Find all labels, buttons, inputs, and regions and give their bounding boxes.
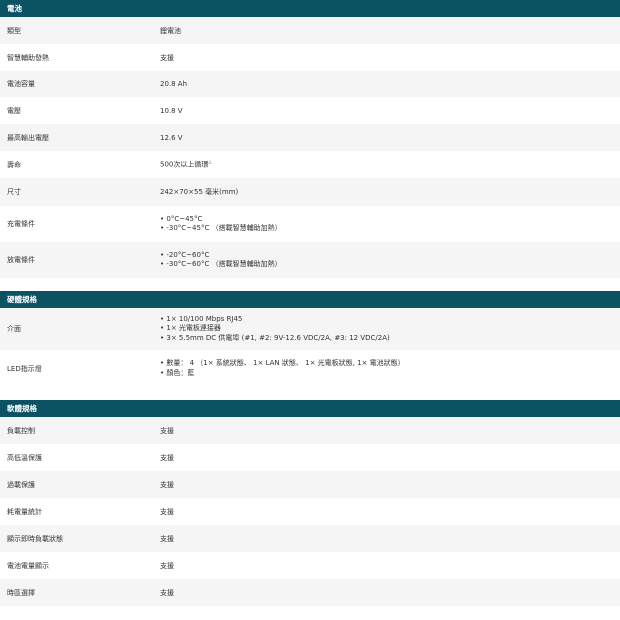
row-value: 支援 [160,507,174,516]
lifetime-text: 500次以上循環 [160,160,209,169]
row-value: 支援 [160,561,174,570]
row-label: 尺寸 [7,188,21,196]
list-item: -30°C~60°C （搭載智慧輔助加熱） [160,260,620,270]
row-value: 1× 10/100 Mbps RJ45 1× 光電板連接器 3× 5.5mm D… [160,315,620,344]
table-row: 尺寸 242×70×55 毫米(mm) [0,178,620,206]
row-label: 介面 [7,325,21,333]
footnote-mark: △ [208,159,212,165]
row-label: LED指示燈 [7,364,42,373]
section-spacer [0,387,620,400]
row-label: 高低溫保護 [7,453,42,462]
section-header-software: 軟體規格 [0,400,620,417]
table-row: 負載控制 支援 [0,417,620,444]
row-value: 500次以上循環△ [160,159,620,169]
spec-page: 電池 類型 鋰電池 智慧輔助發熱 支援 電池容量 20.8 Ah 電壓 10.8… [0,0,620,606]
row-label: 耗電量統計 [7,507,42,516]
table-row: 電池容量 20.8 Ah [0,71,620,97]
row-value: 支援 [160,426,174,435]
row-value: 支援 [160,453,174,462]
row-label: 智慧輔助發熱 [7,53,49,62]
list-item: 0°C~45°C [160,215,620,225]
list-item: -30°C~45°C （搭載智慧輔助加熱） [160,224,620,234]
table-row: 充電條件 0°C~45°C -30°C~45°C （搭載智慧輔助加熱） [0,206,620,242]
row-value: 支援 [160,53,174,62]
list-item: 數量： 4 （1× 系統狀態、 1× LAN 狀態、 1× 光電板狀態, 1× … [160,359,620,369]
section-header-battery: 電池 [0,0,620,17]
row-label: 時區選擇 [7,588,35,597]
table-row: 最高輸出電壓 12.6 V [0,124,620,151]
row-value: 20.8 Ah [160,80,188,88]
row-label: 負載控制 [7,426,35,435]
row-label: 電壓 [7,106,21,115]
table-row: 類型 鋰電池 [0,17,620,44]
list-item: 1× 光電板連接器 [160,324,620,334]
list-item: 1× 10/100 Mbps RJ45 [160,315,620,325]
table-row: 電壓 10.8 V [0,97,620,124]
row-label: 過載保護 [7,480,35,489]
row-label: 顯示即時負載狀態 [7,534,63,543]
row-value: 242×70×55 毫米(mm) [160,188,239,196]
table-row: 過載保護 支援 [0,471,620,498]
list-item: 顏色：藍 [160,369,620,379]
table-row: 智慧輔助發熱 支援 [0,44,620,71]
section-header-hardware: 硬體規格 [0,291,620,308]
row-value: -20°C~60°C -30°C~60°C （搭載智慧輔助加熱） [160,251,620,270]
table-row: 放電條件 -20°C~60°C -30°C~60°C （搭載智慧輔助加熱） [0,242,620,278]
row-label: 放電條件 [7,256,35,264]
row-value: 支援 [160,588,174,597]
row-value: 12.6 V [160,133,183,142]
table-row: 電池電量顯示 支援 [0,552,620,579]
table-row: 高低溫保護 支援 [0,444,620,471]
row-value: 支援 [160,534,174,543]
table-row: 耗電量統計 支援 [0,498,620,525]
table-row: 時區選擇 支援 [0,579,620,606]
row-label: 電池電量顯示 [7,561,49,570]
row-label: 充電條件 [7,220,35,228]
table-row: 壽命 500次以上循環△ [0,151,620,178]
table-row: LED指示燈 數量： 4 （1× 系統狀態、 1× LAN 狀態、 1× 光電板… [0,350,620,387]
row-value: 支援 [160,480,174,489]
row-label: 壽命 [7,160,21,169]
table-row: 顯示即時負載狀態 支援 [0,525,620,552]
table-row: 介面 1× 10/100 Mbps RJ45 1× 光電板連接器 3× 5.5m… [0,308,620,350]
row-value: 數量： 4 （1× 系統狀態、 1× LAN 狀態、 1× 光電板狀態, 1× … [160,359,620,378]
row-value: 10.8 V [160,106,183,115]
row-value: 0°C~45°C -30°C~45°C （搭載智慧輔助加熱） [160,215,620,234]
row-label: 類型 [7,26,21,35]
row-label: 最高輸出電壓 [7,133,49,142]
list-item: -20°C~60°C [160,251,620,261]
section-spacer [0,278,620,291]
list-item: 3× 5.5mm DC 供電埠 (#1, #2: 9V-12.6 VDC/2A,… [160,334,620,344]
row-value: 鋰電池 [160,26,181,35]
row-label: 電池容量 [7,80,35,88]
